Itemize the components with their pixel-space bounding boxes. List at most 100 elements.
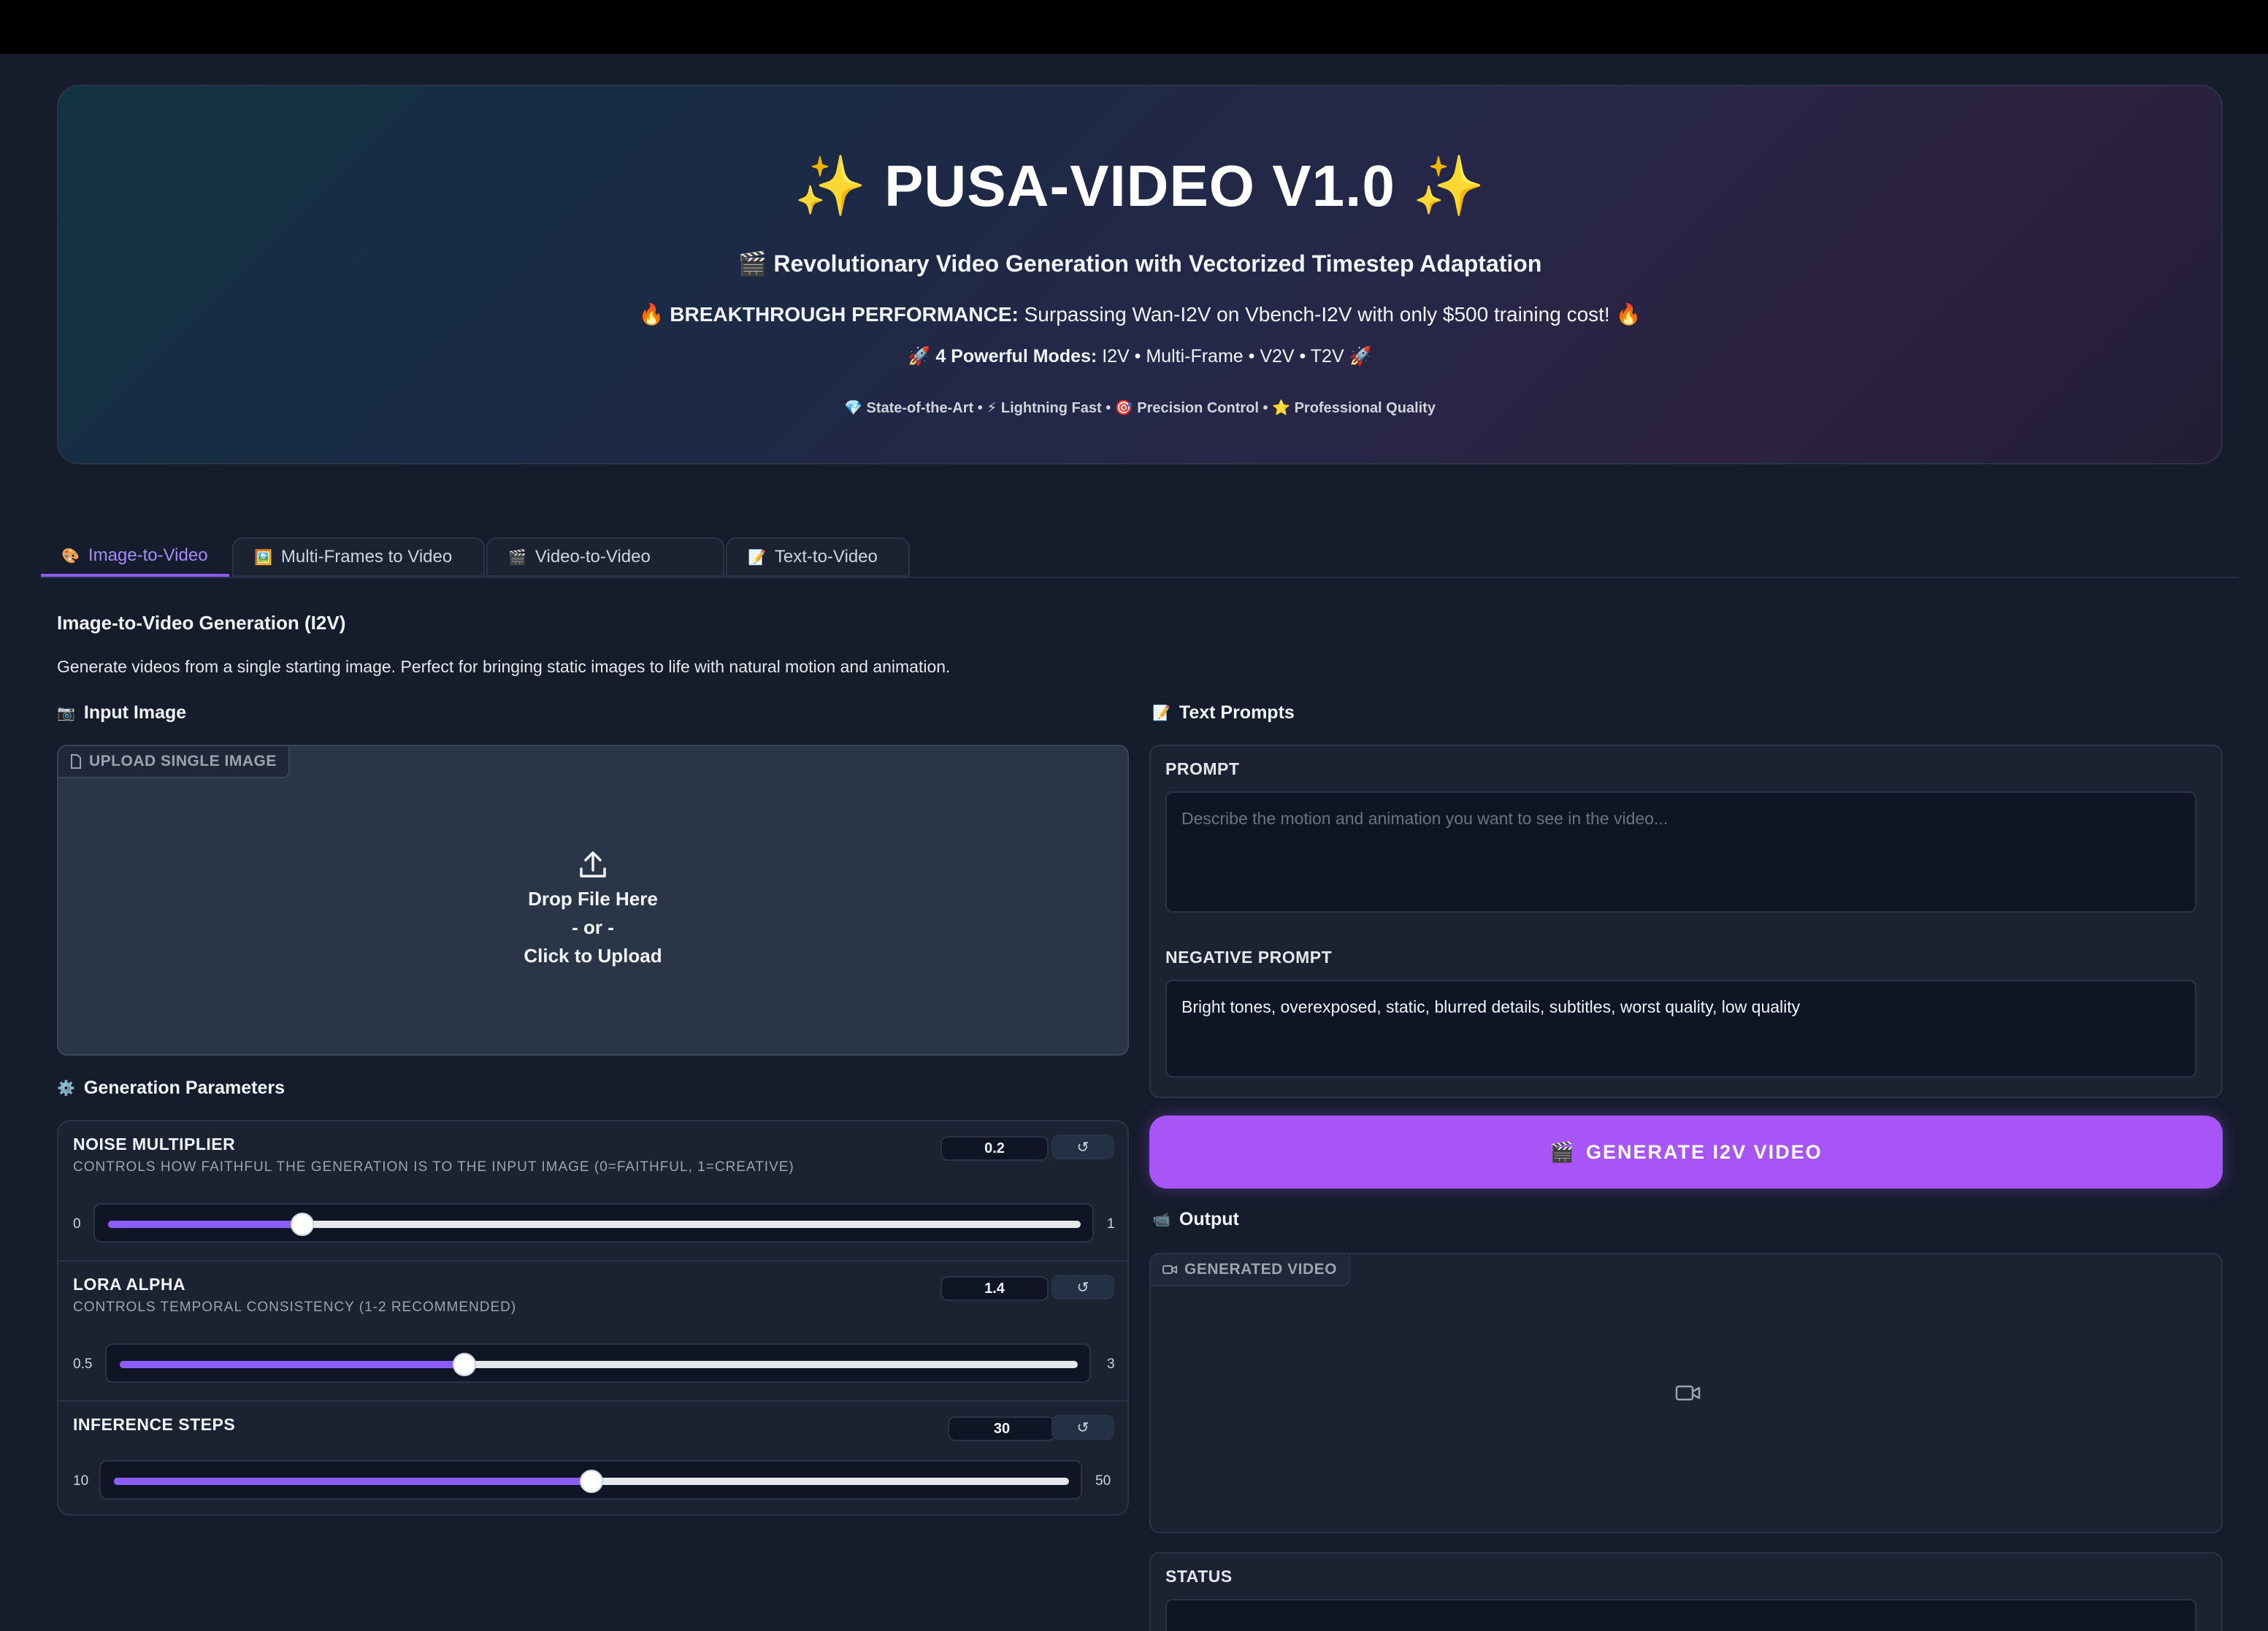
- hero-header: ✨ PUSA-VIDEO V1.0 ✨ 🎬 Revolutionary Vide…: [57, 85, 2223, 464]
- video-placeholder-icon: [1675, 1385, 1701, 1401]
- status-field[interactable]: [1165, 1599, 2196, 1631]
- feature-item: Lightning Fast: [1000, 400, 1102, 416]
- text-prompts-heading: 📝 Text Prompts: [1152, 702, 1295, 724]
- slider-min: 0.5: [73, 1356, 93, 1372]
- hero-features: 💎 State-of-the-Art • ⚡ Lightning Fast • …: [58, 399, 2221, 417]
- upload-tag: UPLOAD SINGLE IMAGE: [58, 746, 290, 778]
- noise-multiplier-info: CONTROLS HOW FAITHFUL THE GENERATION IS …: [73, 1159, 794, 1175]
- upload-icon: [580, 851, 606, 878]
- slider-min: 0: [73, 1216, 81, 1232]
- lora-alpha-label: LORA ALPHA: [73, 1275, 186, 1294]
- upload-tag-label: UPLOAD SINGLE IMAGE: [89, 753, 277, 770]
- slider-thumb[interactable]: [291, 1213, 315, 1236]
- click-to-upload-text: Click to Upload: [524, 945, 662, 967]
- hero-performance: 🔥 BREAKTHROUGH PERFORMANCE: Surpassing W…: [58, 302, 2221, 326]
- page-title: ✨ PUSA-VIDEO V1.0 ✨: [58, 152, 2221, 220]
- gem-icon: 💎: [844, 400, 862, 416]
- reset-button[interactable]: ↺: [1051, 1275, 1114, 1300]
- slider-min: 10: [73, 1473, 89, 1489]
- generation-parameters-panel: NOISE MULTIPLIER CONTROLS HOW FAITHFUL T…: [57, 1120, 1129, 1516]
- rocket-icon: 🚀: [908, 346, 931, 367]
- negative-prompt-label: NEGATIVE PROMPT: [1165, 948, 1333, 967]
- section-title: Image-to-Video Generation (I2V): [57, 612, 346, 634]
- generation-parameters-heading: ⚙️ Generation Parameters: [57, 1078, 285, 1099]
- reset-button[interactable]: ↺: [1051, 1415, 1114, 1440]
- noise-multiplier-input[interactable]: 0.2: [940, 1136, 1049, 1161]
- clapperboard-icon: 🎬: [508, 549, 526, 566]
- output-heading-text: Output: [1179, 1209, 1239, 1229]
- feature-separator: •: [1263, 400, 1268, 416]
- clapperboard-icon: 🎬: [738, 250, 767, 277]
- tab-multi-frames-to-video[interactable]: 🖼️ Multi-Frames to Video: [232, 537, 485, 577]
- palette-icon: 🎨: [61, 548, 80, 564]
- hero-subtitle-text: Revolutionary Video Generation with Vect…: [773, 250, 1542, 277]
- generation-parameters-heading-text: Generation Parameters: [83, 1078, 286, 1098]
- output-heading: 📹 Output: [1152, 1209, 1239, 1230]
- sparkles-icon: ✨: [794, 153, 867, 218]
- output-tag: GENERATED VIDEO: [1151, 1254, 1350, 1286]
- tab-label: Text-to-Video: [774, 547, 878, 567]
- or-text: - or -: [572, 916, 614, 938]
- lora-alpha-slider[interactable]: [105, 1343, 1091, 1383]
- prompt-textarea[interactable]: Describe the motion and animation you wa…: [1165, 791, 2196, 913]
- feature-separator: •: [977, 400, 983, 416]
- slider-max: 1: [1107, 1216, 1115, 1232]
- inference-steps-slider[interactable]: [99, 1460, 1082, 1500]
- target-icon: 🎯: [1114, 400, 1133, 416]
- generate-button-label: GENERATE I2V VIDEO: [1586, 1140, 1823, 1163]
- lightning-icon: ⚡: [986, 400, 997, 416]
- slider-fill: [114, 1478, 591, 1485]
- page-title-text: PUSA-VIDEO V1.0: [884, 153, 1395, 218]
- tab-label: Video-to-Video: [535, 547, 651, 567]
- tab-image-to-video[interactable]: 🎨 Image-to-Video: [41, 537, 229, 577]
- clapperboard-icon: 🎬: [1549, 1141, 1577, 1163]
- slider-thumb[interactable]: [580, 1470, 603, 1493]
- inference-steps-control: INFERENCE STEPS 30 ↺ 10 50: [58, 1402, 1127, 1516]
- lora-alpha-info: CONTROLS TEMPORAL CONSISTENCY (1-2 RECOM…: [73, 1300, 517, 1315]
- modes-label: 4 Powerful Modes:: [935, 346, 1097, 367]
- memo-icon: 📝: [1152, 705, 1171, 721]
- output-tag-label: GENERATED VIDEO: [1184, 1261, 1337, 1278]
- feature-item: Precision Control: [1137, 400, 1259, 416]
- upload-prompt: Drop File Here - or - Click to Upload: [58, 848, 1127, 970]
- lora-alpha-control: LORA ALPHA CONTROLS TEMPORAL CONSISTENCY…: [58, 1262, 1127, 1400]
- mode-tabs: 🎨 Image-to-Video 🖼️ Multi-Frames to Vide…: [41, 537, 2239, 578]
- memo-icon: 📝: [748, 549, 766, 566]
- slider-track: [108, 1213, 1081, 1236]
- video-icon: [1162, 1265, 1177, 1274]
- section-description: Generate videos from a single starting i…: [57, 657, 951, 676]
- hero-modes: 🚀 4 Powerful Modes: I2V • Multi-Frame • …: [58, 346, 2221, 367]
- status-panel: STATUS: [1149, 1552, 2223, 1631]
- image-upload-dropzone[interactable]: UPLOAD SINGLE IMAGE Drop File Here - or …: [57, 745, 1129, 1056]
- camera-icon: 📷: [57, 705, 75, 721]
- text-prompts-heading-text: Text Prompts: [1179, 702, 1295, 723]
- star-icon: ⭐: [1272, 400, 1291, 416]
- browser-top-bar: [0, 0, 2268, 54]
- tab-video-to-video[interactable]: 🎬 Video-to-Video: [486, 537, 724, 577]
- generated-video-panel: GENERATED VIDEO: [1149, 1253, 2223, 1533]
- video-camera-icon: 📹: [1152, 1212, 1171, 1228]
- inference-steps-input[interactable]: 30: [948, 1416, 1056, 1441]
- modes-text: I2V • Multi-Frame • V2V • T2V: [1102, 346, 1344, 367]
- slider-track: [120, 1353, 1078, 1376]
- feature-separator: •: [1106, 400, 1111, 416]
- text-prompts-panel: PROMPT Describe the motion and animation…: [1149, 745, 2223, 1098]
- feature-item: State-of-the-Art: [866, 400, 974, 416]
- tab-text-to-video[interactable]: 📝 Text-to-Video: [726, 537, 910, 577]
- slider-track: [114, 1470, 1069, 1493]
- slider-max: 3: [1107, 1356, 1115, 1372]
- reset-button[interactable]: ↺: [1051, 1135, 1114, 1159]
- noise-multiplier-slider[interactable]: [93, 1203, 1094, 1243]
- frames-icon: 🖼️: [254, 549, 272, 566]
- input-image-heading-text: Input Image: [83, 702, 187, 723]
- lora-alpha-input[interactable]: 1.4: [940, 1276, 1049, 1301]
- slider-fill: [108, 1221, 303, 1228]
- fire-icon: 🔥: [638, 303, 664, 326]
- generate-i2v-button[interactable]: 🎬 GENERATE I2V VIDEO: [1149, 1116, 2223, 1189]
- tab-label: Image-to-Video: [88, 545, 208, 565]
- negative-prompt-textarea[interactable]: Bright tones, overexposed, static, blurr…: [1165, 980, 2196, 1078]
- sparkles-icon: ✨: [1412, 153, 1486, 218]
- performance-text: Surpassing Wan-I2V on Vbench-I2V with on…: [1024, 303, 1610, 326]
- feature-item: Professional Quality: [1294, 400, 1436, 416]
- slider-thumb[interactable]: [453, 1353, 477, 1376]
